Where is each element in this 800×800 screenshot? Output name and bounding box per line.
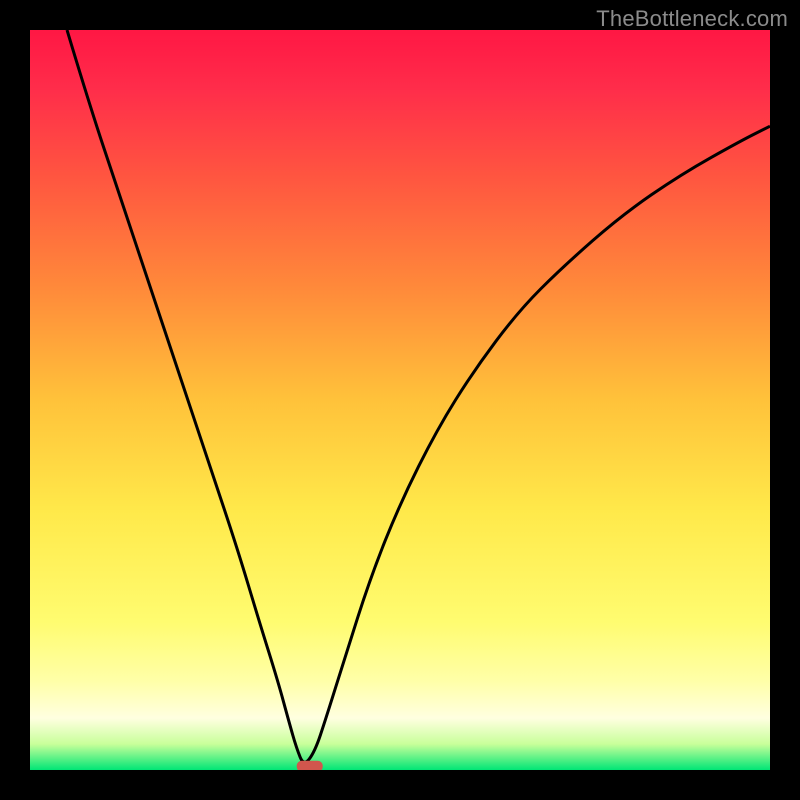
- chart-frame: TheBottleneck.com: [0, 0, 800, 800]
- plot-area: [30, 30, 770, 770]
- chart-svg: [30, 30, 770, 770]
- watermark-text: TheBottleneck.com: [596, 6, 788, 32]
- gradient-background: [30, 30, 770, 770]
- optimum-marker: [297, 761, 323, 770]
